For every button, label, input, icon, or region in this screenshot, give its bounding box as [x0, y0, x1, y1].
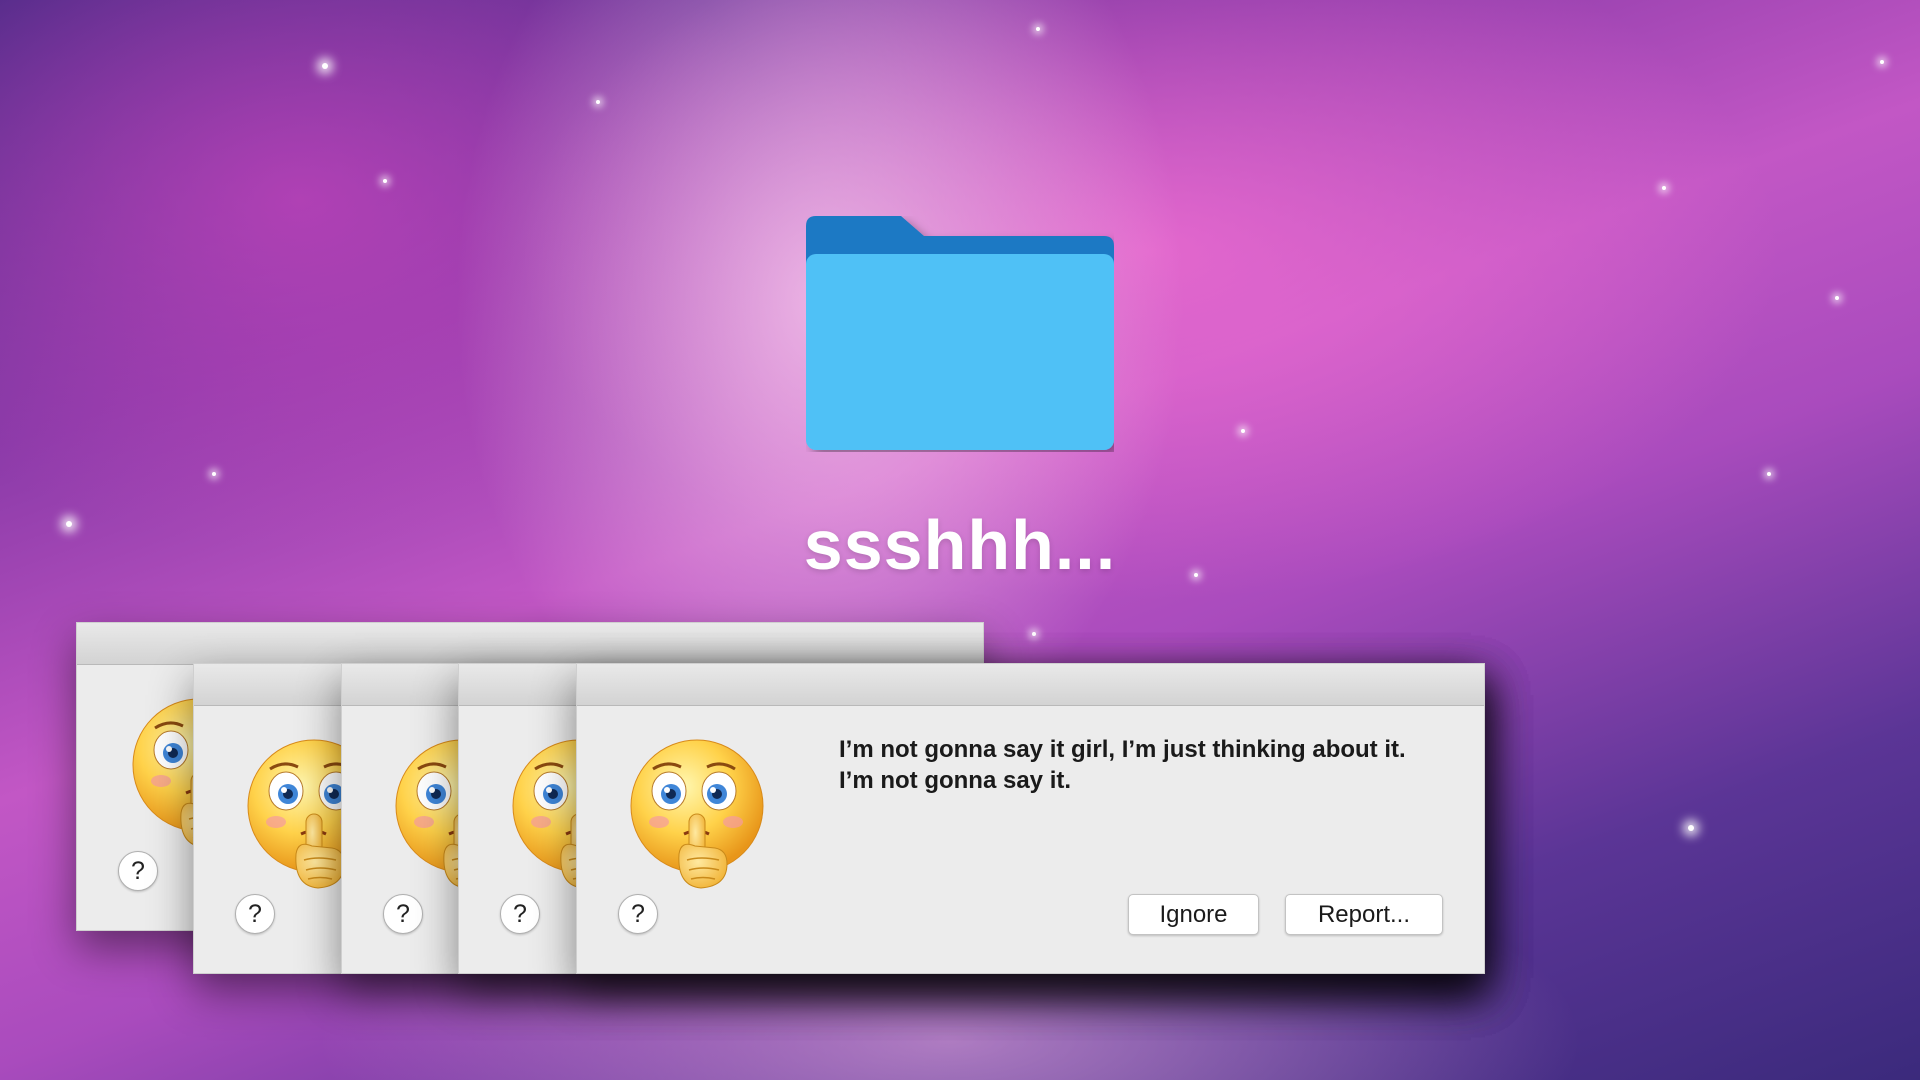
ignore-button[interactable]: Ignore [1128, 894, 1259, 935]
star [383, 179, 387, 183]
star [1241, 429, 1245, 433]
report-button[interactable]: Report... [1285, 894, 1443, 935]
star [1036, 27, 1040, 31]
star [66, 521, 72, 527]
star [1767, 472, 1771, 476]
star [1880, 60, 1884, 64]
help-button[interactable]: ? [118, 851, 158, 891]
star [1688, 825, 1694, 831]
dialog-titlebar[interactable] [77, 623, 983, 665]
star [1032, 632, 1036, 636]
star [322, 63, 328, 69]
help-button[interactable]: ? [618, 894, 658, 934]
dialog-titlebar[interactable] [577, 664, 1484, 706]
star [1662, 186, 1666, 190]
dialog-message: I’m not gonna say it girl, I’m just thin… [839, 734, 1479, 796]
alert-dialog[interactable]: I’m not gonna say it girl, I’m just thin… [576, 663, 1485, 974]
help-button[interactable]: ? [500, 894, 540, 934]
folder-icon[interactable] [806, 216, 1114, 452]
help-button[interactable]: ? [383, 894, 423, 934]
help-button[interactable]: ? [235, 894, 275, 934]
dialog-message-line-2: I’m not gonna say it. [839, 767, 1072, 794]
star [1835, 296, 1839, 300]
dialog-message-line-1: I’m not gonna say it girl, I’m just thin… [839, 736, 1406, 763]
star [212, 472, 216, 476]
star [596, 100, 600, 104]
shushing-face-icon [629, 738, 765, 890]
folder-label[interactable]: ssshhh... [760, 505, 1160, 585]
star [1194, 573, 1198, 577]
